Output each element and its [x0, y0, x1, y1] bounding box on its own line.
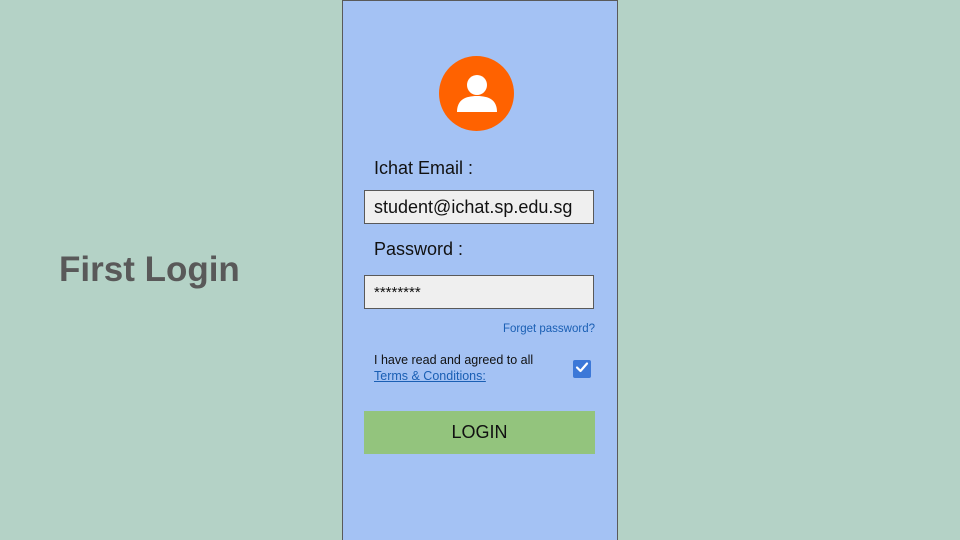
email-label: Ichat Email : [374, 158, 474, 178]
phone-screen: Ichat Email : Password : Forget password… [342, 0, 618, 540]
password-field[interactable] [364, 275, 594, 309]
forgot-password-link[interactable]: Forget password? [503, 323, 595, 335]
slide-title: First Login [59, 250, 240, 289]
agree-checkbox[interactable] [573, 360, 591, 378]
terms-text: I have read and agreed to all [374, 353, 534, 367]
user-icon [455, 72, 499, 116]
login-button[interactable]: LOGIN [364, 411, 595, 454]
checkmark-icon [575, 360, 589, 379]
password-label: Password : [374, 239, 464, 259]
terms-conditions-link[interactable]: Terms & Conditions: [374, 368, 533, 384]
email-field[interactable] [364, 190, 594, 224]
terms-agreement: I have read and agreed to all Terms & Co… [374, 352, 533, 384]
avatar [439, 56, 514, 131]
